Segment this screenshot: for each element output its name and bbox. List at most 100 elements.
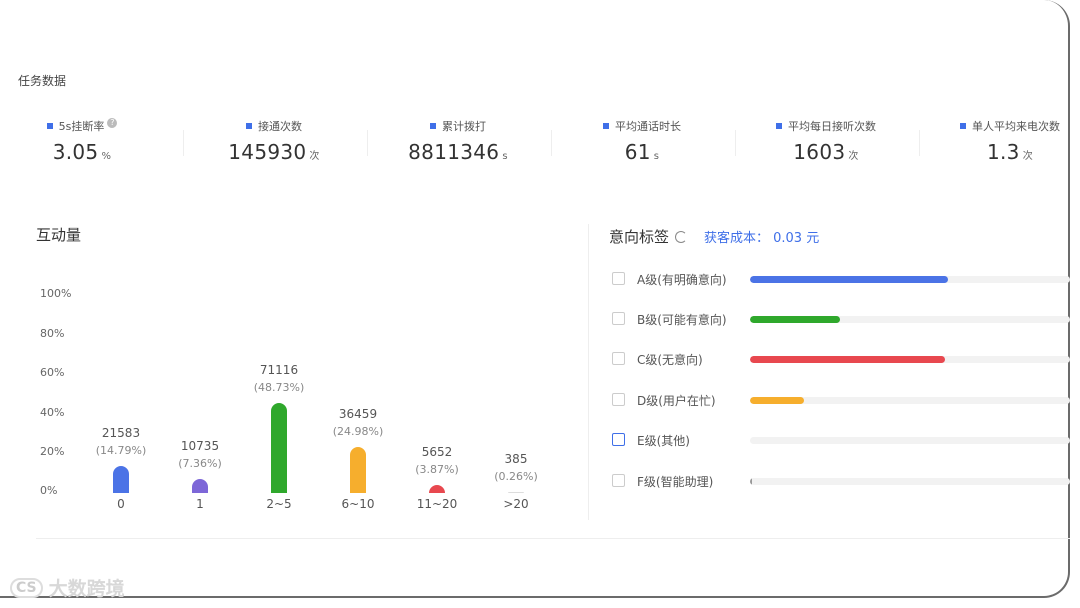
x-tick-label: 0 — [117, 497, 125, 511]
bar-percent-label: (0.26%) — [494, 469, 538, 483]
help-icon[interactable]: ? — [107, 118, 118, 128]
y-tick-label: 0% — [40, 484, 58, 497]
stat-label: 平均每日接听次数 — [788, 120, 876, 133]
bar-percent-label: (7.36%) — [178, 457, 222, 471]
intent-tag-row: A级(有明确意向) — [612, 270, 1070, 290]
bar-percent-label: (24.98%) — [332, 425, 384, 439]
bar-percent-label: (48.73%) — [253, 381, 305, 395]
panel-divider — [588, 224, 589, 520]
stat-label: 平均通话时长 — [615, 120, 681, 133]
interaction-chart-title: 互动量 — [36, 226, 82, 244]
bar-percent-label: (14.79%) — [95, 443, 147, 457]
tag-checkbox[interactable] — [612, 312, 625, 325]
bullet-icon — [603, 123, 609, 129]
stat-connected-count: 接通次数 145930 次 — [184, 118, 364, 164]
bar[interactable] — [192, 479, 208, 493]
watermark: CS 大数跨境 — [10, 574, 125, 601]
stat-label: 累计拨打 — [442, 120, 486, 133]
stat-avg-daily-answered: 平均每日接听次数 1603 次 — [736, 118, 916, 164]
stat-label: 5s挂断率 — [58, 120, 105, 133]
stat-avg-call-duration: 平均通话时长 61 s — [552, 118, 732, 164]
stat-value: 1603 — [793, 140, 846, 164]
stat-unit: 次 — [1022, 151, 1034, 162]
stat-avg-calls-per-person: 单人平均来电次数 1.3 次 — [920, 118, 1080, 164]
tag-progress-track — [750, 397, 1070, 404]
refresh-icon[interactable] — [675, 230, 688, 243]
intent-title: 意向标签 — [609, 226, 688, 247]
intent-tag-row: E级(其他) — [612, 431, 1070, 451]
intent-tag-row: C级(无意向) — [612, 350, 1070, 370]
bar[interactable] — [508, 491, 524, 493]
intent-tag-row: F级(智能助理) — [612, 472, 1070, 492]
bar[interactable] — [271, 403, 287, 493]
tag-progress-track — [750, 356, 1070, 363]
bar-value-label: 5652 — [421, 445, 453, 459]
tag-label: E级(其他) — [637, 434, 690, 448]
intent-tag-row: B级(可能有意向) — [612, 310, 1070, 330]
tag-label: A级(有明确意向) — [637, 273, 727, 287]
stat-label: 单人平均来电次数 — [972, 120, 1060, 133]
intent-title-text: 意向标签 — [609, 228, 670, 246]
tag-checkbox[interactable] — [612, 352, 625, 365]
watermark-text: 大数跨境 — [48, 578, 125, 600]
y-tick-label: 80% — [40, 327, 65, 340]
intent-tag-row: D级(用户在忙) — [612, 391, 1070, 411]
tag-checkbox[interactable] — [612, 433, 625, 446]
stat-value: 145930 — [228, 140, 307, 164]
tag-label: B级(可能有意向) — [637, 313, 727, 327]
bottom-divider — [36, 538, 1070, 539]
y-tick-label: 100% — [40, 287, 72, 300]
bar[interactable] — [350, 447, 366, 493]
tag-label: C级(无意向) — [637, 353, 703, 367]
tag-progress-track — [750, 276, 1070, 283]
watermark-logo: CS — [10, 577, 43, 598]
stat-value: 61 — [624, 140, 651, 164]
tag-label: D级(用户在忙) — [637, 394, 716, 408]
tag-label: F级(智能助理) — [637, 475, 714, 489]
bar-percent-label: (3.87%) — [415, 463, 459, 476]
stat-unit: % — [101, 151, 112, 162]
acquisition-cost: 获客成本： 0.03 元 — [704, 231, 820, 246]
tag-progress-fill — [750, 397, 805, 404]
tag-progress-fill — [750, 316, 840, 323]
stat-hangup-rate: 5s挂断率? 3.05% — [0, 118, 172, 164]
stat-value: 1.3 — [986, 140, 1020, 164]
tag-checkbox[interactable] — [612, 393, 625, 406]
x-tick-label: >20 — [503, 497, 529, 511]
bullet-icon — [246, 123, 252, 129]
stat-unit: 次 — [309, 151, 320, 162]
stat-value: 3.05 — [52, 140, 99, 164]
bar[interactable] — [113, 465, 129, 493]
bar-value-label: 36459 — [338, 407, 378, 422]
x-tick-label: 1 — [196, 497, 204, 511]
bar-value-label: 10735 — [180, 439, 220, 454]
y-tick-label: 60% — [40, 366, 65, 379]
y-tick-label: 20% — [40, 445, 65, 458]
x-tick-label: 11~20 — [416, 497, 458, 511]
tag-progress-track — [750, 478, 1070, 485]
bar-value-label: 385 — [504, 451, 528, 466]
tag-progress-fill — [750, 478, 752, 485]
stat-total-dialed: 累计拨打 8811346 s — [368, 118, 548, 164]
tag-progress-track — [750, 437, 1070, 444]
bar-value-label: 71116 — [259, 363, 299, 378]
tag-progress-fill — [750, 356, 946, 363]
stat-label: 接通次数 — [258, 120, 302, 133]
bullet-icon — [46, 123, 53, 129]
section-title: 任务数据 — [18, 74, 67, 88]
y-tick-label: 40% — [40, 406, 65, 419]
bullet-icon — [430, 123, 436, 129]
stat-unit: 次 — [848, 151, 859, 162]
bullet-icon — [960, 123, 966, 129]
tag-progress-track — [750, 316, 1070, 323]
x-tick-label: 6~10 — [341, 497, 375, 511]
tag-checkbox[interactable] — [612, 272, 625, 285]
stat-unit: s — [653, 151, 660, 162]
stat-unit: s — [502, 151, 508, 162]
stat-value: 8811346 — [408, 140, 500, 164]
tag-checkbox[interactable] — [612, 474, 625, 487]
bullet-icon — [776, 123, 782, 129]
x-tick-label: 2~5 — [266, 497, 292, 511]
bar-value-label: 21583 — [101, 425, 141, 440]
tag-progress-fill — [750, 276, 949, 283]
